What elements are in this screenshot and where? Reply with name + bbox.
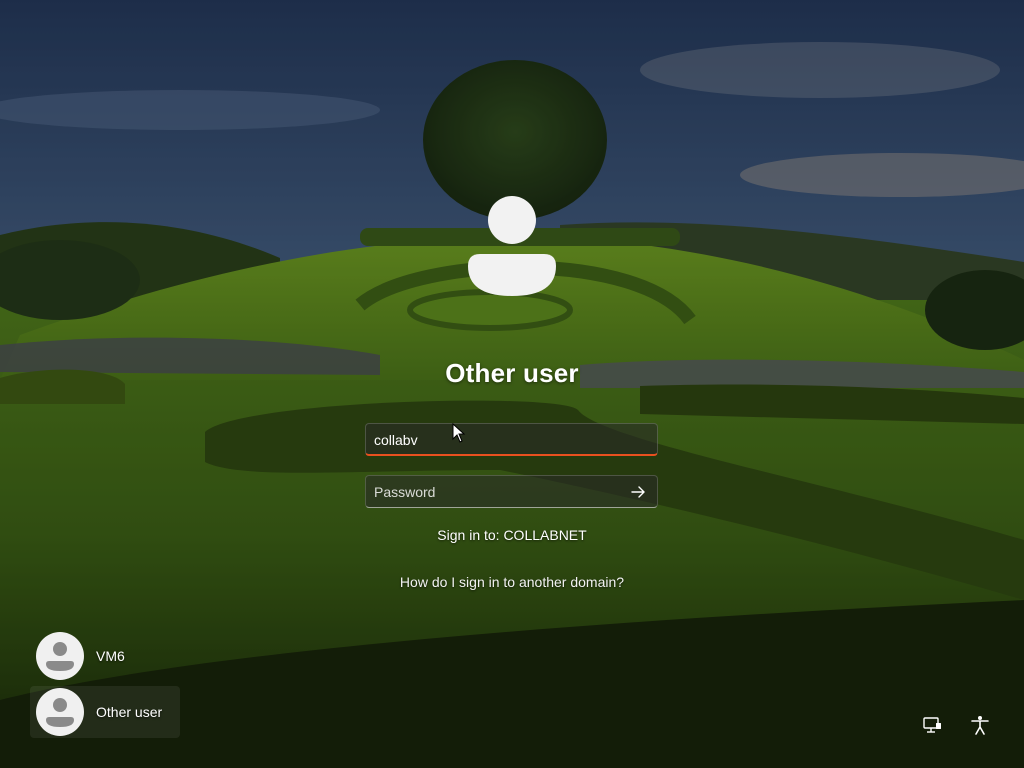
network-icon[interactable] [921, 714, 943, 736]
password-input[interactable] [374, 476, 624, 507]
user-list-item-other-user[interactable]: Other user [30, 686, 180, 738]
sign-in-domain-text: Sign in to: COLLABNET [437, 527, 587, 543]
lock-screen: Other user Sign in to: COLLABNET How do … [0, 0, 1024, 768]
user-avatar-large-icon [468, 196, 556, 296]
selected-user-name: Other user [445, 358, 579, 388]
username-field[interactable] [365, 423, 658, 456]
username-input[interactable] [374, 424, 624, 455]
user-list-item-label: Other user [96, 704, 163, 720]
user-avatar-icon [36, 632, 84, 680]
user-list-item-label: VM6 [96, 648, 125, 664]
accessibility-icon[interactable] [969, 714, 991, 736]
another-domain-link[interactable]: How do I sign in to another domain? [312, 574, 712, 590]
password-field[interactable] [365, 475, 658, 508]
user-avatar-icon [36, 688, 84, 736]
submit-arrow-icon[interactable] [629, 483, 647, 501]
user-list-item-vm6[interactable]: VM6 [30, 630, 180, 682]
